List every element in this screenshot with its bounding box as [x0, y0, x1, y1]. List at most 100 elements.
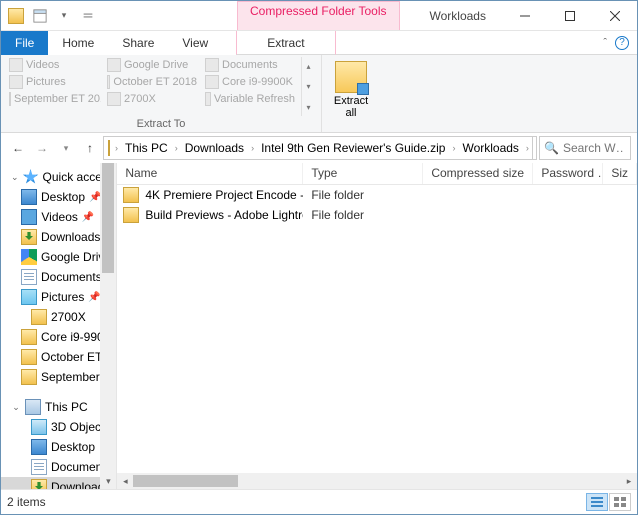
- close-button[interactable]: [592, 1, 637, 30]
- extract-destination[interactable]: Core i9-9900K: [203, 74, 297, 90]
- item-icon: [31, 439, 47, 455]
- breadcrumb-seg[interactable]: Downloads: [181, 141, 248, 155]
- breadcrumb-seg[interactable]: Intel 9th Gen Reviewer's Guide.zip: [257, 141, 449, 155]
- ribbon: VideosPicturesSeptember ET 2018 Google D…: [1, 55, 637, 133]
- column-password[interactable]: Password …: [533, 163, 603, 184]
- scrollbar-thumb[interactable]: [133, 475, 238, 487]
- quick-access-toolbar: ▾ ＝: [1, 1, 103, 30]
- navpane-scrollbar[interactable]: ▾: [100, 163, 116, 489]
- properties-icon[interactable]: [29, 5, 51, 27]
- nav-forward-button[interactable]: →: [31, 137, 53, 159]
- item-icon: [31, 309, 47, 325]
- tab-home[interactable]: Home: [48, 31, 108, 55]
- view-large-icons-button[interactable]: [609, 493, 631, 511]
- folder-icon: [107, 75, 110, 89]
- item-icon: [21, 269, 37, 285]
- column-type[interactable]: Type: [303, 163, 423, 184]
- tab-extract[interactable]: Extract: [236, 31, 335, 55]
- ribbon-collapse-icon[interactable]: ˆ: [603, 37, 607, 49]
- ribbon-tabs: File Home Share View Extract ˆ ?: [1, 31, 637, 55]
- extract-destination[interactable]: Documents: [203, 57, 297, 73]
- breadcrumb-chevron[interactable]: ›: [113, 143, 120, 153]
- maximize-button[interactable]: [547, 1, 592, 30]
- item-icon: [31, 479, 47, 489]
- navpane-item[interactable]: Core i9-9900K: [1, 327, 116, 347]
- folder-icon: [205, 92, 211, 106]
- search-box[interactable]: 🔍: [539, 136, 631, 160]
- scroll-left-icon[interactable]: ◂: [117, 473, 133, 489]
- folder-icon: [205, 58, 219, 72]
- navpane-item[interactable]: Downloads📌: [1, 227, 116, 247]
- item-icon: [21, 289, 37, 305]
- status-text: 2 items: [7, 495, 46, 509]
- column-name[interactable]: Name: [117, 163, 303, 184]
- navpane-item[interactable]: Videos📌: [1, 207, 116, 227]
- file-row[interactable]: Build Previews - Adobe Lightroom …File f…: [117, 205, 637, 225]
- minimize-button[interactable]: [502, 1, 547, 30]
- extract-destination[interactable]: Google Drive: [105, 57, 199, 73]
- breadcrumb-seg[interactable]: This PC: [121, 141, 172, 155]
- folder-icon: [123, 187, 139, 203]
- expand-collapse-icon[interactable]: ⌄: [11, 172, 19, 183]
- pin-icon: 📌: [88, 292, 100, 303]
- navpane-item[interactable]: Desktop: [1, 437, 116, 457]
- nav-back-button[interactable]: ←: [7, 137, 29, 159]
- content-pane: Name Type Compressed size Password … Siz…: [117, 163, 637, 489]
- item-icon: [21, 229, 37, 245]
- item-icon: [21, 189, 37, 205]
- titlebar: ▾ ＝ Compressed Folder Tools Workloads: [1, 1, 637, 31]
- expand-collapse-icon[interactable]: ⌄: [11, 402, 21, 413]
- search-input[interactable]: [563, 141, 623, 155]
- folder-icon: [107, 92, 121, 106]
- file-row[interactable]: 4K Premiere Project Encode - Adob…File f…: [117, 185, 637, 205]
- ribbon-group-label: Extract To: [7, 116, 315, 130]
- navpane-item[interactable]: Google Drive📌: [1, 247, 116, 267]
- pin-icon: 📌: [82, 212, 94, 223]
- navpane-item[interactable]: 3D Objects: [1, 417, 116, 437]
- pc-icon: [25, 399, 41, 415]
- qat-dropdown-icon[interactable]: ▾: [53, 5, 75, 27]
- navpane-item[interactable]: October ET 2018: [1, 347, 116, 367]
- column-compressed-size[interactable]: Compressed size: [423, 163, 533, 184]
- navpane-item[interactable]: Pictures📌: [1, 287, 116, 307]
- address-folder-icon[interactable]: [108, 140, 110, 156]
- address-bar[interactable]: › This PC› Downloads› Intel 9th Gen Revi…: [103, 136, 537, 160]
- tab-share[interactable]: Share: [108, 31, 168, 55]
- nav-up-button[interactable]: ↑: [79, 137, 101, 159]
- extract-destination[interactable]: October ET 2018: [105, 74, 199, 90]
- dest-scroll-down[interactable]: ▾: [302, 78, 315, 96]
- extract-destination[interactable]: September ET 2018: [7, 91, 101, 107]
- tab-view[interactable]: View: [168, 31, 222, 55]
- navpane-quick-access[interactable]: ⌄ Quick access: [1, 167, 116, 187]
- help-icon[interactable]: ?: [615, 36, 629, 50]
- breadcrumb-seg[interactable]: Workloads: [458, 141, 522, 155]
- column-size[interactable]: Siz: [603, 163, 637, 184]
- navpane-item[interactable]: Documents: [1, 457, 116, 477]
- extract-destination[interactable]: Variable Refresh: [203, 91, 297, 107]
- navpane-item[interactable]: September ET 20: [1, 367, 116, 387]
- navpane-item[interactable]: Downloads: [1, 477, 116, 489]
- navpane-item[interactable]: Documents📌: [1, 267, 116, 287]
- extract-all-button[interactable]: Extract all: [328, 57, 374, 123]
- extract-destination[interactable]: Videos: [7, 57, 101, 73]
- scrollbar-thumb[interactable]: [102, 163, 114, 273]
- scroll-right-icon[interactable]: ▸: [621, 473, 637, 489]
- dest-scroll-up[interactable]: ▴: [302, 57, 315, 75]
- extract-destination[interactable]: 2700X: [105, 91, 199, 107]
- folder-icon: [9, 75, 23, 89]
- dest-more[interactable]: ▾: [302, 98, 315, 116]
- extract-all-icon: [335, 61, 367, 93]
- app-icon[interactable]: [5, 5, 27, 27]
- tab-file[interactable]: File: [1, 31, 48, 55]
- nav-recent-dropdown[interactable]: ▾: [55, 137, 77, 159]
- navpane-item[interactable]: Desktop📌: [1, 187, 116, 207]
- navpane-item[interactable]: 2700X: [1, 307, 116, 327]
- scroll-down-icon[interactable]: ▾: [100, 473, 116, 489]
- view-details-button[interactable]: [586, 493, 608, 511]
- navpane-this-pc[interactable]: ⌄ This PC: [1, 397, 116, 417]
- address-history-dropdown[interactable]: ⌄: [532, 137, 537, 159]
- qat-overflow[interactable]: ＝: [77, 5, 99, 27]
- content-hscrollbar[interactable]: ◂ ▸: [117, 473, 637, 489]
- extract-destination[interactable]: Pictures: [7, 74, 101, 90]
- folder-icon: [123, 207, 139, 223]
